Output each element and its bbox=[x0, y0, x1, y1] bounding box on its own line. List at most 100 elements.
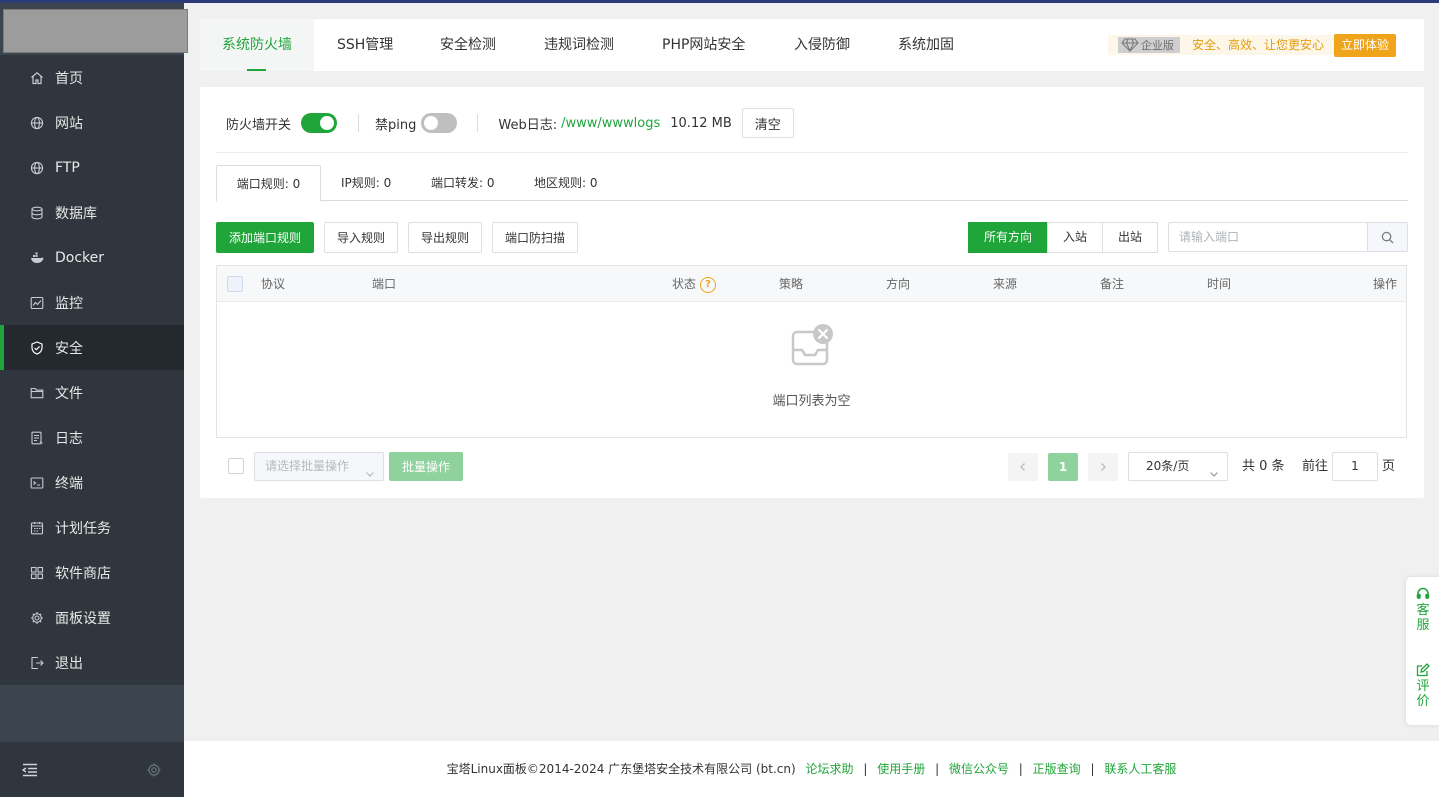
import-rules-button[interactable]: 导入规则 bbox=[324, 222, 398, 253]
promo-slogan: 安全、高效、让您更安心 bbox=[1192, 38, 1325, 52]
tab-ssh-management[interactable]: SSH管理 bbox=[315, 19, 415, 71]
log-icon bbox=[30, 431, 44, 445]
next-page-button[interactable] bbox=[1088, 453, 1118, 481]
tab-ip-rules[interactable]: IP规则: 0 bbox=[341, 165, 391, 201]
home-icon bbox=[30, 71, 44, 85]
export-rules-button[interactable]: 导出规则 bbox=[408, 222, 482, 253]
sidebar-item-docker[interactable]: Docker bbox=[0, 235, 184, 280]
tab-php-site-security[interactable]: PHP网站安全 bbox=[640, 19, 767, 71]
tab-region-rules[interactable]: 地区规则: 0 bbox=[534, 165, 598, 201]
clear-log-button[interactable]: 清空 bbox=[741, 108, 794, 138]
terminal-icon bbox=[30, 476, 44, 490]
tab-intrusion-prevention[interactable]: 入侵防御 bbox=[772, 19, 872, 71]
tab-port-rules[interactable]: 端口规则: 0 bbox=[216, 165, 321, 202]
tab-label: 入侵防御 bbox=[794, 37, 850, 53]
chevron-down-icon bbox=[365, 462, 375, 477]
sidebar-item-logout[interactable]: 退出 bbox=[0, 640, 184, 685]
tab-system-hardening[interactable]: 系统加固 bbox=[876, 19, 976, 71]
tab-system-firewall[interactable]: 系统防火墙 bbox=[200, 19, 314, 71]
sidebar-item-label: 安全 bbox=[55, 340, 83, 357]
sidebar-item-monitor[interactable]: 监控 bbox=[0, 280, 184, 325]
add-port-rule-button[interactable]: 添加端口规则 bbox=[216, 222, 314, 253]
sidebar-item-website[interactable]: 网站 bbox=[0, 100, 184, 145]
column-header-policy[interactable]: 策略 bbox=[779, 266, 803, 302]
sidebar-item-label: FTP bbox=[55, 159, 80, 176]
help-icon[interactable]: ? bbox=[700, 276, 717, 293]
security-tabs-bar: 系统防火墙 SSH管理 安全检测 违规词检测 PHP网站安全 入侵防御 系统加固… bbox=[200, 19, 1424, 71]
prev-page-button[interactable] bbox=[1008, 453, 1038, 481]
floating-help-panel: 客服 评价 bbox=[1405, 576, 1439, 726]
enterprise-promo: 企业版 安全、高效、让您更安心 bbox=[1108, 35, 1338, 55]
footer-link-human-support[interactable]: 联系人工客服 bbox=[1104, 762, 1176, 776]
direction-outbound-button[interactable]: 出站 bbox=[1102, 222, 1158, 253]
weblog-size: 10.12 MB bbox=[670, 115, 732, 131]
separator bbox=[358, 114, 360, 132]
weblog-path-link[interactable]: /www/wwwlogs bbox=[561, 116, 660, 131]
sidebar-item-cron[interactable]: 计划任务 bbox=[0, 505, 184, 550]
page-number-button[interactable]: 1 bbox=[1048, 453, 1078, 481]
footer-link-forum[interactable]: 论坛求助 bbox=[806, 762, 854, 776]
ping-label: 禁ping bbox=[375, 117, 417, 133]
sidebar-item-label: 数据库 bbox=[55, 205, 97, 222]
empty-inbox-icon bbox=[791, 324, 833, 366]
page-size-value: 20条/页 bbox=[1146, 459, 1190, 473]
page-size-select[interactable]: 20条/页 bbox=[1128, 452, 1228, 481]
sidebar-nav: 首页 网站 FTP 数据库 Docker 监控 安全 文件 日志 终端 计划任务… bbox=[0, 55, 184, 685]
column-header-port[interactable]: 端口 bbox=[372, 266, 396, 302]
footer-link-wechat[interactable]: 微信公众号 bbox=[949, 762, 1009, 776]
sidebar-item-database[interactable]: 数据库 bbox=[0, 190, 184, 235]
collapse-menu-icon[interactable] bbox=[21, 763, 38, 777]
review-button[interactable]: 评价 bbox=[1406, 663, 1439, 709]
footer-link-manual[interactable]: 使用手册 bbox=[877, 762, 925, 776]
column-header-protocol[interactable]: 协议 bbox=[261, 266, 285, 302]
column-header-direction[interactable]: 方向 bbox=[886, 266, 910, 302]
tab-port-forwarding[interactable]: 端口转发: 0 bbox=[431, 165, 495, 201]
logo-placeholder bbox=[3, 9, 188, 53]
sidebar-item-files[interactable]: 文件 bbox=[0, 370, 184, 415]
direction-inbound-button[interactable]: 入站 bbox=[1047, 222, 1103, 253]
footer-link-license-check[interactable]: 正版查询 bbox=[1033, 762, 1081, 776]
port-anti-scan-button[interactable]: 端口防扫描 bbox=[492, 222, 578, 253]
sidebar-item-label: 日志 bbox=[55, 430, 83, 447]
footer-select-all-checkbox[interactable] bbox=[228, 458, 244, 474]
firewall-toggle[interactable] bbox=[301, 113, 338, 133]
try-now-button[interactable]: 立即体验 bbox=[1334, 34, 1396, 57]
footer-separator: | bbox=[935, 762, 940, 776]
column-header-source[interactable]: 来源 bbox=[993, 266, 1017, 302]
tab-label: 系统防火墙 bbox=[222, 37, 292, 53]
column-header-time[interactable]: 时间 bbox=[1207, 266, 1231, 302]
total-count: 共 0 条 bbox=[1242, 459, 1285, 474]
sidebar-item-terminal[interactable]: 终端 bbox=[0, 460, 184, 505]
tab-security-check[interactable]: 安全检测 bbox=[418, 19, 518, 71]
sidebar-item-app-store[interactable]: 软件商店 bbox=[0, 550, 184, 595]
search-icon[interactable] bbox=[1367, 223, 1407, 251]
sidebar-item-label: 终端 bbox=[55, 475, 83, 492]
select-all-checkbox[interactable] bbox=[227, 276, 243, 292]
sidebar-item-ftp[interactable]: FTP bbox=[0, 145, 184, 190]
batch-operation-button[interactable]: 批量操作 bbox=[389, 452, 463, 481]
goto-page-input[interactable]: 1 bbox=[1332, 452, 1378, 481]
gear-icon[interactable] bbox=[146, 762, 162, 778]
batch-operation-select[interactable]: 请选择批量操作 bbox=[254, 452, 384, 481]
sidebar-item-panel-settings[interactable]: 面板设置 bbox=[0, 595, 184, 640]
ping-toggle[interactable] bbox=[421, 113, 458, 133]
table-header: 协议 端口 状态? 策略 方向 来源 备注 时间 操作 bbox=[217, 266, 1406, 302]
copyright-text: 宝塔Linux面板©2014-2024 广东堡塔安全技术有限公司 (bt.cn) bbox=[446, 762, 796, 776]
enterprise-badge: 企业版 bbox=[1118, 37, 1180, 53]
column-header-remark[interactable]: 备注 bbox=[1100, 266, 1124, 302]
customer-service-button[interactable]: 客服 bbox=[1406, 587, 1439, 633]
tab-label: PHP网站安全 bbox=[662, 37, 746, 53]
direction-filter: 所有方向 入站 出站 bbox=[968, 222, 1158, 253]
tab-violation-word-check[interactable]: 违规词检测 bbox=[522, 19, 636, 71]
port-search-input[interactable] bbox=[1169, 223, 1367, 251]
footer-separator: | bbox=[1090, 762, 1095, 776]
sidebar-item-home[interactable]: 首页 bbox=[0, 55, 184, 100]
calendar-icon bbox=[30, 521, 44, 535]
status-header-label: 状态 bbox=[672, 277, 697, 291]
ftp-globe-icon bbox=[30, 161, 44, 175]
direction-all-button[interactable]: 所有方向 bbox=[968, 222, 1048, 253]
firewall-switch-label: 防火墙开关 bbox=[226, 117, 292, 133]
sidebar-item-security[interactable]: 安全 bbox=[0, 325, 184, 370]
tab-label: 安全检测 bbox=[440, 37, 496, 53]
sidebar-item-logs[interactable]: 日志 bbox=[0, 415, 184, 460]
